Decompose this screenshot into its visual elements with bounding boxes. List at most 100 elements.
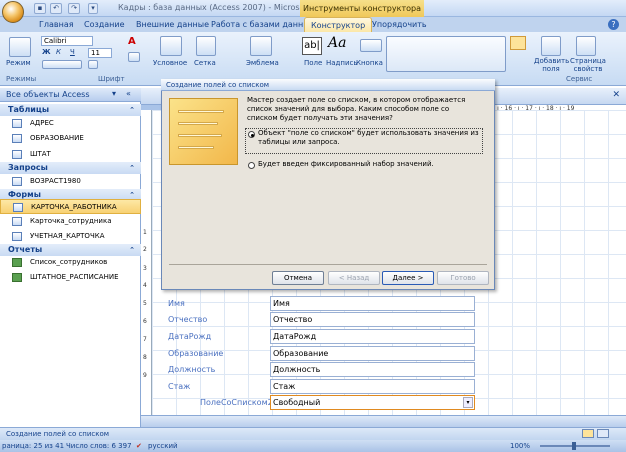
view-icon[interactable]: [9, 37, 31, 57]
option2-label[interactable]: Будет введен фиксированный набор значени…: [258, 160, 480, 169]
nav-item-report-staffing[interactable]: ШТАТНОЕ_РАСПИСАНИЕ: [0, 270, 141, 285]
field-textbox[interactable]: Отчество: [270, 312, 475, 327]
zoom-level[interactable]: 100%: [510, 440, 530, 452]
logo-icon[interactable]: [250, 36, 272, 56]
nav-menu-icon[interactable]: ▾: [112, 89, 116, 98]
redo-icon[interactable]: ↷: [68, 3, 80, 14]
controls-gallery[interactable]: [386, 36, 506, 72]
next-button[interactable]: Далее >: [382, 271, 434, 285]
conditional-format-icon[interactable]: [160, 36, 182, 56]
nav-section-queries[interactable]: Запросы ⌃: [0, 162, 141, 174]
nav-item-report-employee-list[interactable]: Список_сотрудников: [0, 255, 141, 270]
fill-color-icon[interactable]: [128, 52, 140, 62]
finish-button[interactable]: Готово: [437, 271, 489, 285]
font-color-icon[interactable]: A: [128, 36, 140, 48]
bold-button[interactable]: Ж: [42, 48, 51, 56]
tab-arrange[interactable]: Упорядочить: [366, 17, 433, 32]
back-button[interactable]: < Назад: [328, 271, 380, 285]
field-textbox[interactable]: Образование: [270, 346, 475, 361]
add-fields-button[interactable]: Добавить поля: [534, 57, 569, 73]
field-textbox[interactable]: Стаж: [270, 379, 475, 394]
gridlines-icon[interactable]: [196, 36, 216, 56]
add-fields-icon[interactable]: [541, 36, 561, 56]
qat-dropdown-icon[interactable]: ▾: [88, 3, 98, 14]
nav-item-form-employee-card[interactable]: Карточка_сотрудника: [0, 214, 141, 229]
conditional-format-button[interactable]: Условное: [153, 59, 187, 67]
status-bar: Создание полей со списком: [0, 427, 626, 440]
nav-item-table-address[interactable]: АДРЕС: [0, 116, 141, 131]
command-button[interactable]: Кнопка: [356, 59, 383, 67]
nav-item-form-record-card[interactable]: УЧЕТНАЯ_КАРТОЧКА: [0, 229, 141, 244]
section-title: Формы: [8, 190, 41, 199]
combo-box[interactable]: Свободный ▾: [270, 395, 475, 410]
align-icons[interactable]: [42, 60, 82, 69]
field-label[interactable]: Имя: [166, 297, 185, 311]
field-textbox[interactable]: Имя: [270, 296, 475, 311]
field-textbox[interactable]: Должность: [270, 362, 475, 377]
design-view-icon[interactable]: [582, 429, 594, 438]
property-sheet-button[interactable]: Страница свойств: [570, 57, 606, 73]
option1-radio[interactable]: [248, 131, 255, 138]
format-painter-icon[interactable]: [88, 60, 98, 69]
nav-item-label: ШТАТНОЕ_РАСПИСАНИЕ: [30, 273, 119, 281]
view-button[interactable]: Режим: [6, 59, 31, 67]
font-size-select[interactable]: 11: [88, 48, 112, 58]
nav-header[interactable]: Все объекты Access ▾ «: [0, 88, 141, 102]
option1-label[interactable]: Объект "поле со списком" будет использов…: [258, 129, 480, 147]
label-button[interactable]: Надпись: [326, 59, 358, 67]
context-title: Инструменты конструктора форм: [300, 0, 424, 30]
tab-external-data[interactable]: Внешние данные: [130, 17, 215, 32]
ruler-mark: 7: [143, 336, 147, 343]
undo-icon[interactable]: ↶: [50, 3, 62, 14]
nav-item-query-age[interactable]: ВОЗРАСТ1980: [0, 174, 141, 189]
combo-label[interactable]: ПолеСоСписком2: [198, 396, 273, 410]
option2-radio[interactable]: [248, 162, 255, 169]
label-icon[interactable]: Aa: [328, 35, 346, 51]
tab-home[interactable]: Главная: [33, 17, 80, 32]
font-name-select[interactable]: Calibri: [41, 36, 93, 46]
command-button-icon[interactable]: [360, 39, 382, 52]
tab-create[interactable]: Создание: [78, 17, 131, 32]
form-icon: [12, 217, 22, 226]
field-label[interactable]: Отчество: [166, 313, 207, 327]
save-icon[interactable]: ▪: [34, 3, 46, 14]
logo-button[interactable]: Эмблема: [246, 59, 279, 67]
nav-item-form-worker-card[interactable]: КАРТОЧКА_РАБОТНИКА: [0, 199, 141, 214]
wizard-art-line: [178, 134, 222, 137]
table-icon: [12, 134, 22, 143]
cancel-button[interactable]: Отмена: [272, 271, 324, 285]
tab-design[interactable]: Конструктор: [304, 17, 373, 32]
word-count[interactable]: Число слов: 6 397: [66, 440, 132, 452]
textbox-button[interactable]: Поле: [304, 59, 322, 67]
ruler-mark: 5: [143, 300, 147, 307]
select-tool-icon[interactable]: [510, 36, 526, 50]
nav-collapse-icon[interactable]: «: [126, 89, 131, 98]
language-indicator[interactable]: русский: [148, 440, 178, 452]
nav-item-label: Карточка_сотрудника: [30, 217, 112, 225]
combo-dropdown-icon[interactable]: ▾: [463, 397, 473, 408]
spellcheck-icon[interactable]: ✔: [136, 440, 142, 452]
property-sheet-icon[interactable]: [576, 36, 596, 56]
underline-button[interactable]: Ч: [70, 48, 75, 56]
field-label[interactable]: Образование: [166, 347, 223, 361]
office-button[interactable]: [2, 1, 24, 23]
dialog-separator: [169, 264, 487, 265]
nav-item-table-staff[interactable]: ШТАТ: [0, 147, 141, 162]
field-label[interactable]: ДатаРожд: [166, 330, 211, 344]
nav-section-tables[interactable]: Таблицы ⌃: [0, 104, 141, 116]
form-view-icon[interactable]: [597, 429, 609, 438]
ruler-mark: 2: [143, 246, 147, 253]
gridlines-button[interactable]: Сетка: [194, 59, 216, 67]
textbox-icon[interactable]: ab|: [302, 37, 322, 55]
help-icon[interactable]: ?: [608, 19, 619, 30]
field-label[interactable]: Стаж: [166, 380, 190, 394]
form-icon: [13, 203, 23, 212]
nav-item-table-education[interactable]: ОБРАЗОВАНИЕ: [0, 131, 141, 146]
group-font: Шрифт: [98, 75, 125, 83]
close-document-icon[interactable]: ✕: [612, 90, 620, 100]
italic-button[interactable]: К: [56, 48, 61, 56]
field-label[interactable]: Должность: [166, 363, 215, 377]
field-textbox[interactable]: ДатаРожд: [270, 329, 475, 344]
page-indicator[interactable]: раница: 25 из 41: [2, 440, 64, 452]
zoom-thumb[interactable]: [572, 442, 576, 450]
